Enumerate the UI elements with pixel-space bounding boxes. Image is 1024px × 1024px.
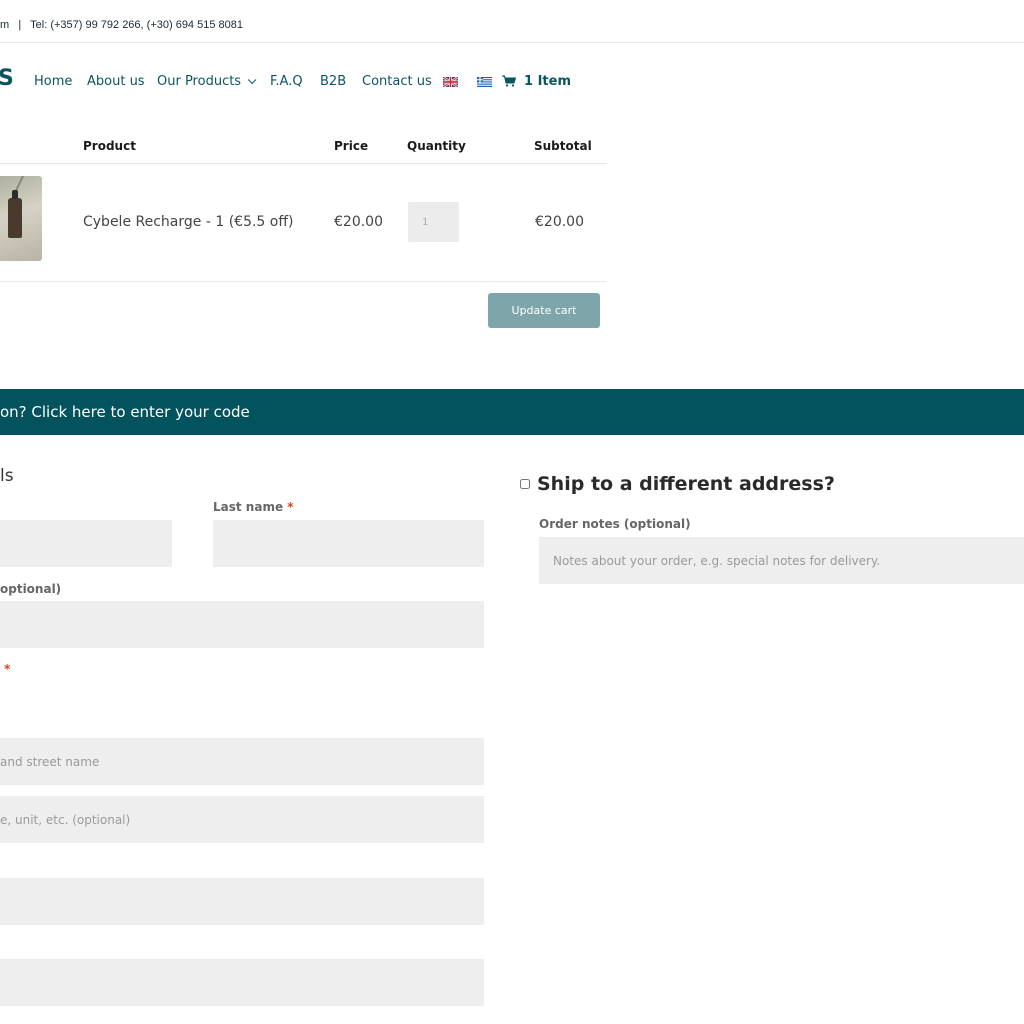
cart-count[interactable]: 1 Item bbox=[524, 74, 571, 89]
table-divider bbox=[0, 163, 607, 164]
product-subtotal: €20.00 bbox=[535, 214, 584, 230]
update-cart-button[interactable]: Update cart bbox=[488, 293, 600, 328]
quantity-input[interactable] bbox=[408, 202, 459, 242]
nav-our-products-label: Our Products bbox=[157, 74, 242, 89]
ship-different-title[interactable]: Ship to a different address? bbox=[537, 473, 835, 495]
company-label: optional) bbox=[0, 582, 62, 596]
street-address-field[interactable] bbox=[0, 738, 484, 785]
city-field[interactable] bbox=[0, 878, 484, 925]
order-notes-label: Order notes (optional) bbox=[539, 517, 691, 531]
nav-faq[interactable]: F.A.Q bbox=[270, 74, 303, 89]
required-mark: * bbox=[287, 500, 294, 514]
col-product: Product bbox=[83, 139, 136, 153]
product-price: €20.00 bbox=[334, 214, 383, 230]
product-name-link[interactable]: Cybele Recharge - 1 (€5.5 off) bbox=[83, 214, 293, 230]
contact-info: m | Tel: (+357) 99 792 266, (+30) 694 51… bbox=[0, 19, 243, 31]
billing-title: ls bbox=[0, 466, 14, 486]
uk-flag-icon[interactable] bbox=[443, 77, 458, 87]
nav-our-products[interactable]: Our Products bbox=[157, 74, 257, 89]
country-required-mark: * bbox=[4, 662, 11, 676]
last-name-field[interactable] bbox=[213, 520, 484, 567]
cart-icon[interactable] bbox=[502, 75, 516, 87]
ship-different-checkbox[interactable] bbox=[520, 479, 530, 489]
company-field[interactable] bbox=[0, 601, 484, 648]
coupon-link[interactable]: on? Click here to enter your code bbox=[0, 403, 250, 421]
table-divider bbox=[0, 281, 607, 282]
last-name-label-text: Last name bbox=[213, 500, 284, 514]
product-thumbnail[interactable] bbox=[0, 176, 42, 261]
nav-about-us[interactable]: About us bbox=[87, 74, 145, 89]
apartment-field[interactable] bbox=[0, 796, 484, 843]
order-notes-field[interactable] bbox=[539, 537, 1024, 584]
nav-contact-us[interactable]: Contact us bbox=[362, 74, 432, 89]
col-subtotal: Subtotal bbox=[534, 139, 592, 153]
nav-home[interactable]: Home bbox=[34, 74, 72, 89]
col-price: Price bbox=[334, 139, 369, 153]
last-name-label: Last name * bbox=[213, 500, 294, 514]
site-logo[interactable]: S bbox=[0, 66, 14, 91]
chevron-down-icon bbox=[247, 75, 257, 85]
col-quantity: Quantity bbox=[407, 139, 466, 153]
postcode-field[interactable] bbox=[0, 959, 484, 1006]
first-name-field[interactable] bbox=[0, 520, 172, 567]
nav-b2b[interactable]: B2B bbox=[320, 74, 346, 89]
greek-flag-icon[interactable] bbox=[477, 77, 492, 87]
